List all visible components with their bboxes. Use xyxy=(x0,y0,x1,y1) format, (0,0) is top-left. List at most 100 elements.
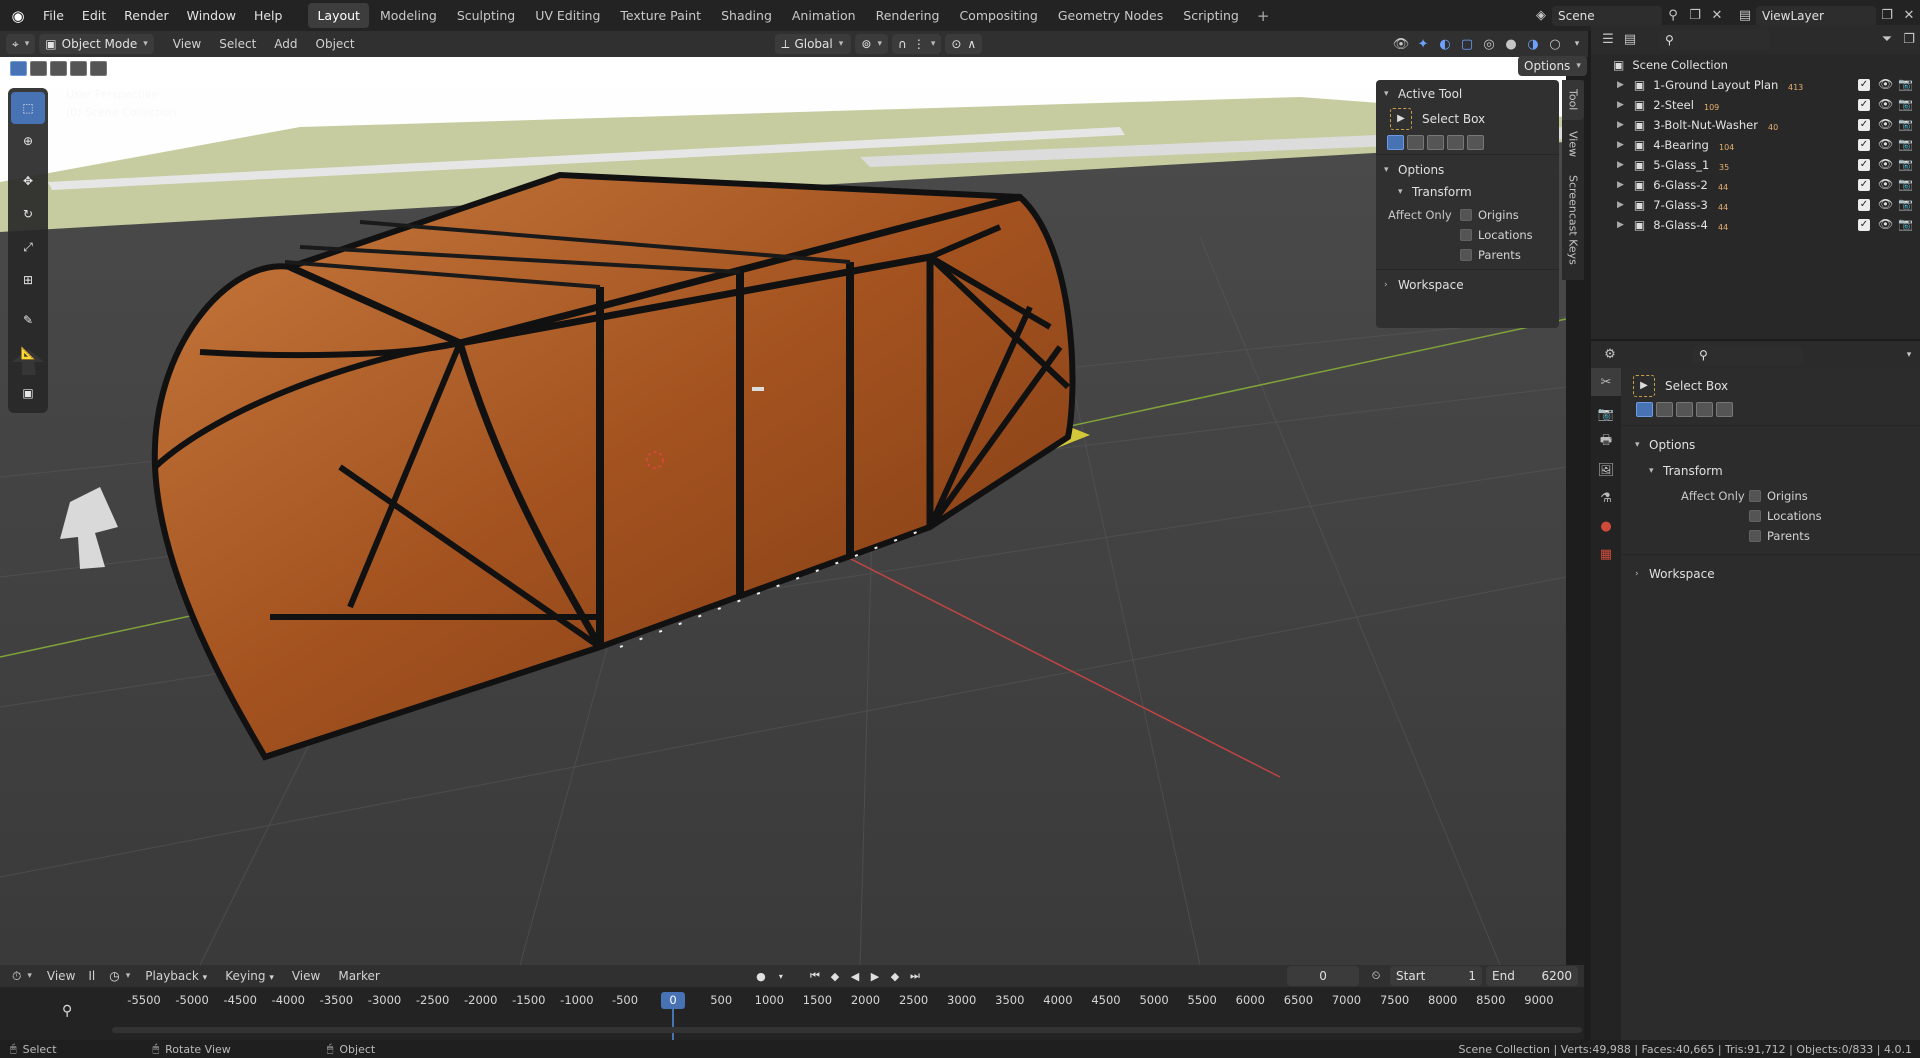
npanel-transform-header[interactable]: ▾ Transform xyxy=(1376,181,1559,203)
overlay-toggle-icon[interactable]: ◐ xyxy=(1434,34,1456,54)
select-extend-mode-icon[interactable] xyxy=(30,60,47,76)
jump-end-icon[interactable]: ⏭ xyxy=(906,967,924,985)
timeline-editor-type-dropdown[interactable]: ⏱ ▾ xyxy=(6,966,38,986)
display-mode-icon[interactable]: ▤ xyxy=(1619,30,1641,50)
properties-transform-header[interactable]: ▾ Transform xyxy=(1621,460,1920,482)
exclude-checkbox-icon[interactable]: ✓ xyxy=(1858,199,1870,211)
render-camera-icon[interactable]: 📷 xyxy=(1898,117,1913,131)
outliner-editor-type-icon[interactable]: ☰ xyxy=(1597,30,1619,50)
timeline-menu-keying[interactable]: Keying ▾ xyxy=(216,969,283,983)
render-tab-icon[interactable]: 📷 xyxy=(1591,400,1621,428)
render-camera-icon[interactable]: 📷 xyxy=(1898,197,1913,211)
material-shading-icon[interactable]: ◑ xyxy=(1522,34,1544,54)
eye-icon[interactable]: 👁 xyxy=(1878,137,1893,151)
exclude-checkbox-icon[interactable]: ✓ xyxy=(1858,159,1870,171)
outliner-item[interactable]: ▶ ▣ 7-Glass-3 44 ✓ 👁 📷 xyxy=(1591,195,1920,215)
timeline-menu-playback[interactable]: Playback ▾ xyxy=(136,969,216,983)
npanel-mode-extend-icon[interactable] xyxy=(1407,135,1424,150)
start-frame-field[interactable]: Start 1 xyxy=(1390,966,1483,986)
prev-keyframe-icon[interactable]: ◆ xyxy=(826,967,844,985)
npanel-mode-new-icon[interactable] xyxy=(1387,135,1404,150)
npanel-workspace-header[interactable]: › Workspace xyxy=(1376,274,1559,296)
play-reverse-icon[interactable]: ◀ xyxy=(846,967,864,985)
snap-toggle[interactable]: ∩ ⋮ ▾ xyxy=(892,34,942,54)
timeline-mode-dropdown[interactable]: ◷ ▾ xyxy=(103,966,136,986)
expand-arrow-icon[interactable]: ▶ xyxy=(1617,100,1624,110)
prop-mode-invert-icon[interactable] xyxy=(1696,402,1713,417)
scene-tab-icon[interactable]: ⚗ xyxy=(1591,484,1621,512)
rendered-shading-icon[interactable]: ○ xyxy=(1544,34,1566,54)
jump-start-icon[interactable]: ⏮ xyxy=(806,967,824,985)
end-frame-field[interactable]: End 6200 xyxy=(1486,966,1579,986)
visibility-icon[interactable]: 👁 xyxy=(1390,34,1412,54)
new-collection-icon[interactable]: ❐ xyxy=(1898,30,1920,50)
tool-tab-icon[interactable]: ✂ xyxy=(1591,368,1621,396)
cursor-tool-icon[interactable]: ⊕ xyxy=(11,125,45,157)
outliner-item[interactable]: ▶ ▣ 5-Glass_1 35 ✓ 👁 📷 xyxy=(1591,155,1920,175)
checkbox-box[interactable] xyxy=(1460,209,1472,221)
proportional-edit-toggle[interactable]: ⊙ ∧ xyxy=(945,34,983,54)
expand-arrow-icon[interactable]: ▶ xyxy=(1617,80,1624,90)
outliner-item[interactable]: ▶ ▣ 6-Glass-2 44 ✓ 👁 📷 xyxy=(1591,175,1920,195)
active-tool-header[interactable]: ▾ Active Tool xyxy=(1376,83,1559,105)
properties-editor-type-icon[interactable]: ⚙ xyxy=(1599,345,1621,365)
3d-viewport[interactable] xyxy=(0,57,1566,965)
xray-toggle-icon[interactable]: ▢ xyxy=(1456,34,1478,54)
timeline-menu-view[interactable]: View xyxy=(38,969,84,983)
eye-icon[interactable]: 👁 xyxy=(1878,177,1893,191)
select-box-mode-icon[interactable] xyxy=(10,60,27,76)
menu-edit[interactable]: Edit xyxy=(73,8,115,23)
viewport-menu-object[interactable]: Object xyxy=(307,37,364,51)
workspace-tab-rendering[interactable]: Rendering xyxy=(867,3,949,28)
select-intersect-mode-icon[interactable] xyxy=(90,60,107,76)
outliner-item[interactable]: ▶ ▣ 4-Bearing 104 ✓ 👁 📷 xyxy=(1591,135,1920,155)
exclude-checkbox-icon[interactable]: ✓ xyxy=(1858,79,1870,91)
npanel-checkbox-origins[interactable]: Origins xyxy=(1460,205,1533,225)
workspace-tab-texture-paint[interactable]: Texture Paint xyxy=(611,3,710,28)
npanel-mode-intersect-icon[interactable] xyxy=(1467,135,1484,150)
workspace-tab-sculpting[interactable]: Sculpting xyxy=(448,3,524,28)
properties-checkbox-locations[interactable]: Locations xyxy=(1749,506,1822,526)
exclude-checkbox-icon[interactable]: ✓ xyxy=(1858,119,1870,131)
menu-help[interactable]: Help xyxy=(245,8,292,23)
properties-checkbox-parents[interactable]: Parents xyxy=(1749,526,1822,546)
workspace-tab-compositing[interactable]: Compositing xyxy=(950,3,1046,28)
solid-shading-icon[interactable]: ● xyxy=(1500,34,1522,54)
sidebar-tab-tool[interactable]: Tool xyxy=(1562,80,1584,120)
workspace-tab-shading[interactable]: Shading xyxy=(712,3,781,28)
sidebar-tab-screencast-keys[interactable]: Screencast Keys xyxy=(1562,170,1584,270)
play-icon[interactable]: ▶ xyxy=(866,967,884,985)
transform-tool-icon[interactable]: ⊞ xyxy=(11,264,45,296)
add-workspace-icon[interactable]: + xyxy=(1249,7,1278,25)
outliner-item[interactable]: ▶ ▣ 3-Bolt-Nut-Washer 40 ✓ 👁 📷 xyxy=(1591,115,1920,135)
timeline-menu-cut[interactable]: Il xyxy=(84,969,99,983)
annotate-tool-icon[interactable]: ✎ xyxy=(11,304,45,336)
sidebar-tab-view[interactable]: View xyxy=(1562,124,1584,164)
properties-options-header[interactable]: ▾ Options xyxy=(1621,434,1920,456)
keying-options-icon[interactable]: ▾ xyxy=(772,967,790,985)
outliner-item[interactable]: ▶ ▣ 8-Glass-4 44 ✓ 👁 📷 xyxy=(1591,215,1920,235)
eye-icon[interactable]: 👁 xyxy=(1878,77,1893,91)
outliner-item[interactable]: ▶ ▣ 2-Steel 109 ✓ 👁 📷 xyxy=(1591,95,1920,115)
view-layer-field[interactable]: ViewLayer xyxy=(1756,5,1876,26)
render-camera-icon[interactable]: 📷 xyxy=(1898,97,1913,111)
filter-icon[interactable]: ⏷ xyxy=(1876,30,1898,50)
npanel-mode-invert-icon[interactable] xyxy=(1447,135,1464,150)
npanel-options-header[interactable]: ▾ Options xyxy=(1376,159,1559,181)
checkbox-box[interactable] xyxy=(1749,510,1761,522)
new-scene-icon[interactable]: ❐ xyxy=(1684,6,1706,26)
scene-icon[interactable]: ◈ xyxy=(1530,6,1552,26)
next-keyframe-icon[interactable]: ◆ xyxy=(886,967,904,985)
exclude-checkbox-icon[interactable]: ✓ xyxy=(1858,99,1870,111)
transform-orientation-dropdown[interactable]: ⟂ Global ▾ xyxy=(775,34,852,54)
npanel-checkbox-locations[interactable]: Locations xyxy=(1460,225,1533,245)
render-camera-icon[interactable]: 📷 xyxy=(1898,177,1913,191)
auto-keying-icon[interactable]: ● xyxy=(752,967,770,985)
menu-file[interactable]: File xyxy=(34,8,73,23)
workspace-tab-animation[interactable]: Animation xyxy=(783,3,865,28)
blender-logo-icon[interactable]: ◉ xyxy=(8,6,28,26)
prop-mode-subtract-icon[interactable] xyxy=(1676,402,1693,417)
eye-icon[interactable]: 👁 xyxy=(1878,157,1893,171)
timeline-area[interactable]: ⚲ -5500 -5000 -4500 -4000 -3500 -3000 -2500 -20… xyxy=(0,987,1584,1040)
rotate-tool-icon[interactable]: ↻ xyxy=(11,198,45,230)
